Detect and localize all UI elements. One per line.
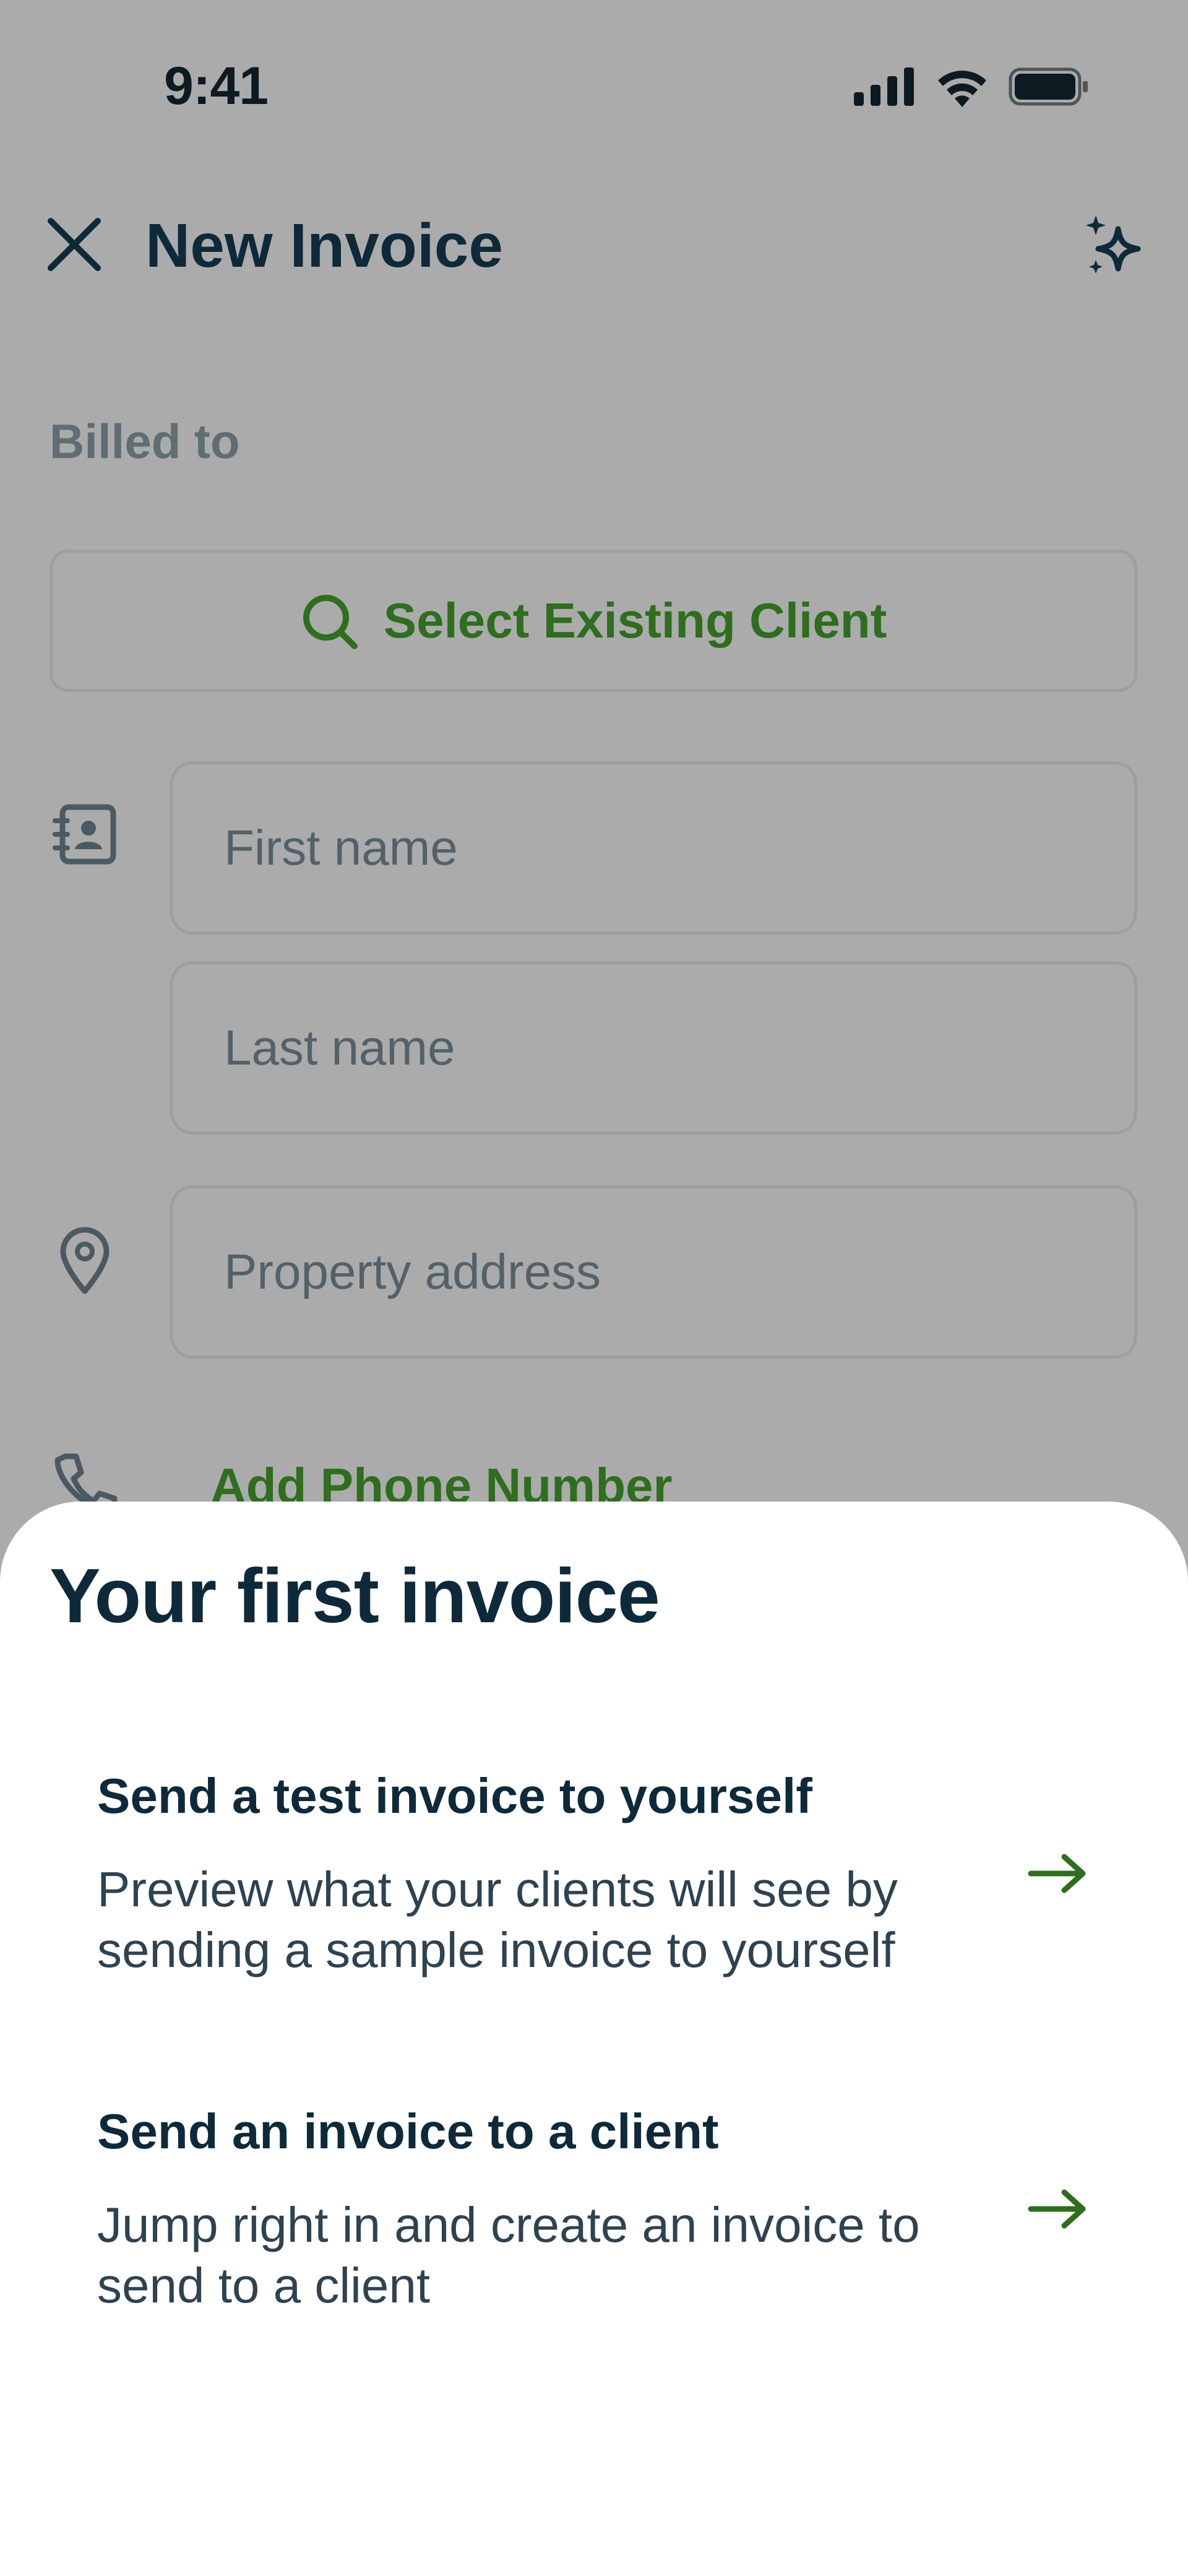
contact-book-icon [53,804,116,865]
status-icons [854,65,1089,108]
property-address-field[interactable] [170,1185,1137,1359]
last-name-input[interactable] [173,964,1134,1131]
page-title: New Invoice [145,211,503,280]
signal-icon [854,67,914,106]
option-description: Jump right in and create an invoice to s… [97,2197,920,2313]
option-title: Send an invoice to a client [97,2104,719,2159]
select-existing-client-button[interactable]: Select Existing Client [50,550,1137,692]
property-address-input[interactable] [173,1188,1134,1355]
search-icon [303,594,358,649]
first-invoice-sheet: Your first invoice Send a test invoice t… [0,1502,1188,2576]
last-name-field[interactable] [170,961,1137,1135]
location-pin-icon [60,1227,110,1294]
arrow-right-icon [1028,1854,1086,1893]
first-name-field[interactable] [170,761,1137,935]
battery-icon [1009,67,1088,106]
close-icon[interactable] [43,214,105,275]
status-time: 9:41 [164,56,269,116]
send-test-invoice-option[interactable]: Send a test invoice to yourself Preview … [0,1768,1188,2052]
option-title: Send a test invoice to yourself [97,1768,812,1823]
option-description: Preview what your clients will see by se… [97,1862,898,1977]
send-invoice-to-client-option[interactable]: Send an invoice to a client Jump right i… [0,2103,1188,2388]
sheet-title: Your first invoice [50,1554,660,1639]
billed-to-label: Billed to [50,414,240,469]
select-client-label: Select Existing Client [383,593,887,648]
first-name-input[interactable] [173,764,1134,931]
arrow-right-icon [1028,2189,1086,2229]
wifi-icon [938,71,986,107]
sparkle-icon[interactable] [1080,210,1151,282]
